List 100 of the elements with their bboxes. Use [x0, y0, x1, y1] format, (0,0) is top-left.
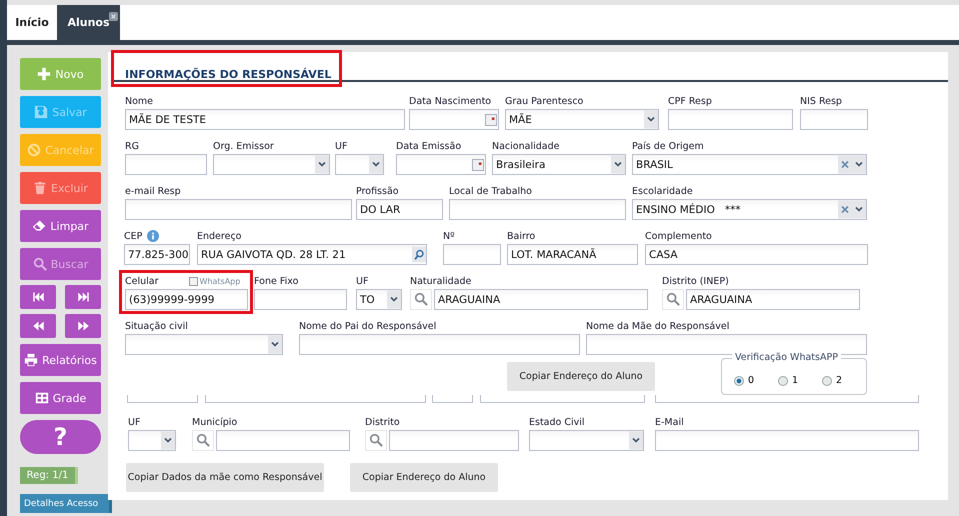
nav-button[interactable]: [65, 285, 101, 309]
field-label: Distrito (INEP): [662, 276, 729, 286]
tab[interactable]: Alunos: [57, 5, 120, 40]
input-field[interactable]: [668, 109, 793, 130]
field-label: Complemento: [645, 230, 712, 242]
search-icon: [369, 433, 383, 447]
fieldset-legend: Verificação WhatsAPP: [732, 352, 841, 363]
nav-button[interactable]: [20, 285, 56, 309]
field-label: Escolaridade: [632, 186, 693, 196]
caret-icon: [161, 431, 175, 450]
field-label: CPF Resp: [668, 96, 712, 106]
printer-icon: [24, 353, 38, 367]
caret-icon: [369, 155, 383, 174]
input-field[interactable]: RUA GAIVOTA QD. 28 LT. 21: [197, 244, 427, 265]
input-field[interactable]: [396, 154, 486, 175]
input-field[interactable]: DO LAR: [356, 199, 443, 220]
field-label: Nome: [125, 96, 154, 106]
input-field[interactable]: [529, 430, 644, 451]
field-label: Data Nascimento: [409, 96, 492, 106]
field-label: Nome do Pai do Responsável: [299, 320, 436, 332]
input-field[interactable]: [449, 199, 626, 220]
input-field[interactable]: [389, 430, 519, 451]
field-label: Município: [192, 416, 238, 428]
field-label: Profissão: [356, 186, 399, 196]
field-label: Estado Civil: [529, 416, 585, 428]
input-field[interactable]: [125, 334, 283, 355]
nav-button[interactable]: [65, 314, 101, 338]
field-label: Naturalidade: [410, 276, 472, 286]
nav-button[interactable]: [20, 314, 56, 338]
caret-icon: [611, 155, 625, 174]
field-label: UF: [335, 140, 348, 152]
input-field[interactable]: 77.825-300: [124, 244, 190, 265]
field-label: Situação civil: [125, 320, 188, 332]
search-button[interactable]: [365, 430, 387, 451]
input-field[interactable]: [299, 334, 580, 355]
plus-icon: [37, 67, 52, 81]
input-field[interactable]: [254, 289, 347, 310]
sidebar-button[interactable]: Limpar: [20, 210, 101, 242]
input-field[interactable]: [128, 430, 176, 451]
caret-icon: [315, 155, 329, 174]
radio-button[interactable]: [778, 376, 788, 386]
input-field[interactable]: BRASIL: [632, 154, 867, 175]
radio-label: 1: [792, 375, 798, 386]
input-field[interactable]: MÃE DE TESTE: [125, 109, 405, 130]
radio-button[interactable]: [822, 376, 832, 386]
input-field[interactable]: TO: [356, 289, 402, 310]
input-field[interactable]: [409, 109, 499, 130]
input-field[interactable]: CASA: [645, 244, 868, 265]
input-field[interactable]: (63)99999-9999: [125, 289, 248, 310]
input-field[interactable]: [432, 395, 473, 403]
input-field[interactable]: [213, 154, 330, 175]
search-icon: [32, 257, 47, 271]
input-field[interactable]: [125, 199, 352, 220]
input-field[interactable]: [655, 395, 919, 403]
grid-icon: [34, 391, 49, 405]
input-field[interactable]: [335, 154, 384, 175]
search-button[interactable]: [192, 430, 214, 451]
input-field[interactable]: MÃE: [505, 109, 659, 130]
caret-icon: [629, 431, 643, 450]
input-field[interactable]: [216, 430, 350, 451]
radio-button[interactable]: [734, 376, 744, 386]
copy-button[interactable]: Copiar Endereço do Aluno: [350, 463, 498, 492]
checkbox[interactable]: [188, 276, 198, 286]
checkbox-label: WhatsApp: [200, 276, 240, 286]
input-field[interactable]: [125, 154, 207, 175]
input-field[interactable]: [443, 244, 501, 265]
search-button[interactable]: [410, 289, 432, 310]
search-icon: [412, 245, 426, 264]
radio-label: 0: [748, 375, 754, 386]
input-field[interactable]: LOT. MARACANÃ: [507, 244, 638, 265]
field-label: Distrito: [365, 416, 400, 428]
rewind-icon: [32, 320, 44, 332]
clear-icon: [838, 155, 852, 174]
input-field[interactable]: Brasileira: [492, 154, 626, 175]
input-field[interactable]: ARAGUAINA: [686, 289, 860, 310]
input-field[interactable]: ENSINO MÉDIO ***: [632, 199, 867, 220]
tab[interactable]: Início: [7, 5, 57, 40]
field-label: UF: [128, 416, 140, 428]
field-label: e-mail Resp: [125, 186, 181, 196]
input-field[interactable]: [655, 430, 919, 451]
caret-icon: [387, 290, 401, 309]
field-label: Data Emissão: [396, 140, 462, 152]
access-details-tab[interactable]: Detalhes Acesso: [20, 494, 112, 513]
clear-icon: [838, 200, 852, 219]
search-button[interactable]: [662, 289, 684, 310]
input-field[interactable]: [800, 109, 868, 130]
field-label: UF: [356, 276, 368, 286]
reports-button[interactable]: Relatórios: [20, 344, 101, 376]
input-field[interactable]: [127, 395, 198, 403]
field-label: Nº: [443, 230, 455, 242]
field-label: CEP: [124, 230, 142, 242]
input-field[interactable]: [480, 395, 645, 403]
copy-button[interactable]: Copiar Dados da mãe como Responsável: [126, 463, 324, 492]
input-field[interactable]: [205, 395, 426, 403]
input-field[interactable]: ARAGUAINA: [434, 289, 648, 310]
grid-button[interactable]: Grade: [20, 382, 101, 414]
copy-address-button[interactable]: Copiar Endereço do Aluno: [507, 362, 655, 391]
help-button[interactable]: ?: [20, 420, 101, 454]
calendar-icon: [485, 114, 497, 126]
field-label: NIS Resp: [800, 96, 842, 106]
